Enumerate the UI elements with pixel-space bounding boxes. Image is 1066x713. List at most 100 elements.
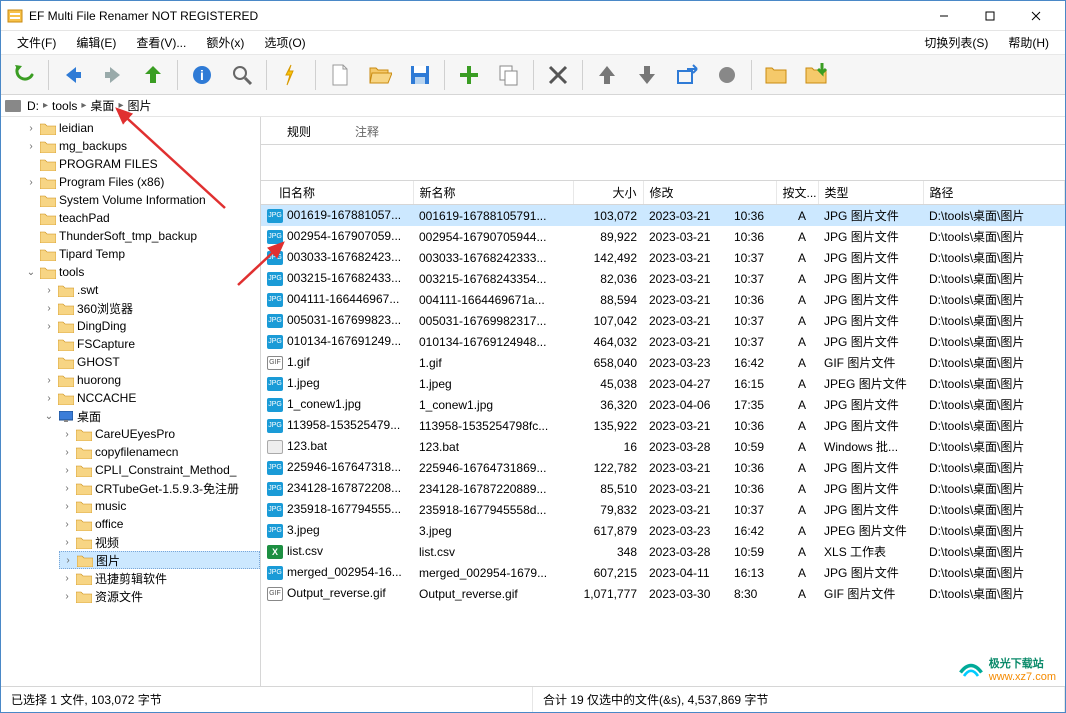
tree-node[interactable]: ›copyfilenamecn: [59, 443, 260, 461]
tree-node[interactable]: ›office: [59, 515, 260, 533]
tree-node[interactable]: ›music: [59, 497, 260, 515]
tree-node[interactable]: ⌄tools: [23, 263, 260, 281]
refresh-button[interactable]: [5, 58, 43, 92]
tree-node[interactable]: ›.swt: [41, 281, 260, 299]
up-button[interactable]: [134, 58, 172, 92]
expand-icon[interactable]: ›: [61, 501, 73, 512]
expand-icon[interactable]: ›: [43, 393, 55, 404]
col-attr[interactable]: 按文...: [776, 181, 818, 205]
tree-node[interactable]: ⌄桌面: [41, 407, 260, 425]
expand-icon[interactable]: ›: [61, 537, 73, 548]
crumb-seg[interactable]: 图片: [125, 97, 153, 114]
expand-icon[interactable]: ›: [61, 573, 73, 584]
delete-button[interactable]: [539, 58, 577, 92]
forward-button[interactable]: [94, 58, 132, 92]
execute-button[interactable]: [272, 58, 310, 92]
maximize-button[interactable]: [967, 2, 1013, 30]
col-old[interactable]: 旧名称: [261, 181, 413, 205]
minimize-button[interactable]: [921, 2, 967, 30]
col-type[interactable]: 类型: [818, 181, 923, 205]
crumb-seg[interactable]: tools: [50, 99, 79, 113]
add-button[interactable]: [450, 58, 488, 92]
menu-switch-list[interactable]: 切换列表(S): [914, 32, 998, 53]
tree-node[interactable]: ›DingDing: [41, 317, 260, 335]
table-row[interactable]: list.csvlist.csv3482023-03-2810:59AXLS 工…: [261, 541, 1065, 562]
expand-icon[interactable]: ›: [25, 123, 37, 134]
tree-node[interactable]: ›Program Files (x86): [23, 173, 260, 191]
open-button[interactable]: [361, 58, 399, 92]
expand-icon[interactable]: ›: [25, 141, 37, 152]
expand-icon[interactable]: ›: [43, 321, 55, 332]
folder-button[interactable]: [757, 58, 795, 92]
tree-node[interactable]: ›CareUEyesPro: [59, 425, 260, 443]
tree-node[interactable]: ›huorong: [41, 371, 260, 389]
table-row[interactable]: 010134-167691249...010134-16769124948...…: [261, 331, 1065, 352]
info-button[interactable]: i: [183, 58, 221, 92]
tree-node[interactable]: ›leidian: [23, 119, 260, 137]
search-button[interactable]: [223, 58, 261, 92]
tab-comment[interactable]: 注释: [337, 119, 397, 144]
expand-icon[interactable]: ›: [25, 177, 37, 188]
menu-extra[interactable]: 额外(x): [196, 32, 254, 53]
table-row[interactable]: 234128-167872208...234128-16787220889...…: [261, 478, 1065, 499]
tree-node[interactable]: ›视频: [59, 533, 260, 551]
external-tool-button[interactable]: [668, 58, 706, 92]
tree-node[interactable]: ›CRTubeGet-1.5.9.3-免注册: [59, 479, 260, 497]
col-size[interactable]: 大小: [573, 181, 643, 205]
table-row[interactable]: 225946-167647318...225946-16764731869...…: [261, 457, 1065, 478]
tree-node[interactable]: ›迅捷剪辑软件: [59, 569, 260, 587]
expand-icon[interactable]: ›: [61, 429, 73, 440]
tree-node[interactable]: PROGRAM FILES: [23, 155, 260, 173]
expand-icon[interactable]: ⌄: [43, 411, 55, 422]
tree-node[interactable]: GHOST: [41, 353, 260, 371]
col-path[interactable]: 路径: [923, 181, 1064, 205]
expand-icon[interactable]: ›: [43, 285, 55, 296]
table-row[interactable]: 113958-153525479...113958-1535254798fc..…: [261, 415, 1065, 436]
col-new[interactable]: 新名称: [413, 181, 573, 205]
tree-node[interactable]: ›NCCACHE: [41, 389, 260, 407]
expand-icon[interactable]: ›: [43, 303, 55, 314]
expand-icon[interactable]: ›: [43, 375, 55, 386]
move-up-button[interactable]: [588, 58, 626, 92]
table-row[interactable]: 1_conew1.jpg1_conew1.jpg36,3202023-04-06…: [261, 394, 1065, 415]
back-button[interactable]: [54, 58, 92, 92]
tree-node[interactable]: ›360浏览器: [41, 299, 260, 317]
table-row[interactable]: 3.jpeg3.jpeg617,8792023-03-2316:42AJPEG …: [261, 520, 1065, 541]
expand-icon[interactable]: ›: [61, 465, 73, 476]
breadcrumb[interactable]: D:▸ tools▸ 桌面▸ 图片: [1, 95, 1065, 117]
close-button[interactable]: [1013, 2, 1059, 30]
tree-node[interactable]: FSCapture: [41, 335, 260, 353]
menu-file[interactable]: 文件(F): [7, 32, 66, 53]
tree-node[interactable]: Tipard Temp: [23, 245, 260, 263]
import-button[interactable]: [797, 58, 835, 92]
tab-rules[interactable]: 规则: [269, 119, 329, 144]
table-row[interactable]: 001619-167881057...001619-16788105791...…: [261, 205, 1065, 227]
table-row[interactable]: Output_reverse.gifOutput_reverse.gif1,07…: [261, 583, 1065, 604]
expand-icon[interactable]: ⌄: [25, 267, 37, 278]
table-row[interactable]: 003215-167682433...003215-16768243354...…: [261, 268, 1065, 289]
menu-view[interactable]: 查看(V)...: [126, 32, 196, 53]
tree-node[interactable]: ›图片: [59, 551, 260, 569]
expand-icon[interactable]: ›: [62, 555, 74, 566]
table-row[interactable]: 123.bat123.bat162023-03-2810:59AWindows …: [261, 436, 1065, 457]
table-row[interactable]: 1.gif1.gif658,0402023-03-2316:42AGIF 图片文…: [261, 352, 1065, 373]
table-row[interactable]: 1.jpeg1.jpeg45,0382023-04-2716:15AJPEG 图…: [261, 373, 1065, 394]
tree-node[interactable]: ›mg_backups: [23, 137, 260, 155]
expand-icon[interactable]: ›: [61, 447, 73, 458]
tree-node[interactable]: teachPad: [23, 209, 260, 227]
folder-tree[interactable]: ›leidian›mg_backupsPROGRAM FILES›Program…: [1, 117, 261, 686]
crumb-seg[interactable]: D:: [25, 99, 41, 113]
expand-icon[interactable]: ›: [61, 519, 73, 530]
table-row[interactable]: 235918-167794555...235918-1677945558d...…: [261, 499, 1065, 520]
expand-icon[interactable]: ›: [61, 591, 73, 602]
table-row[interactable]: merged_002954-16...merged_002954-1679...…: [261, 562, 1065, 583]
tree-node[interactable]: ThunderSoft_tmp_backup: [23, 227, 260, 245]
move-down-button[interactable]: [628, 58, 666, 92]
table-row[interactable]: 002954-167907059...002954-16790705944...…: [261, 226, 1065, 247]
table-row[interactable]: 004111-166446967...004111-1664469671a...…: [261, 289, 1065, 310]
tree-node[interactable]: ›CPLI_Constraint_Method_: [59, 461, 260, 479]
tree-node[interactable]: System Volume Information: [23, 191, 260, 209]
menu-help[interactable]: 帮助(H): [998, 32, 1059, 53]
expand-icon[interactable]: ›: [61, 483, 73, 494]
table-row[interactable]: 005031-167699823...005031-16769982317...…: [261, 310, 1065, 331]
